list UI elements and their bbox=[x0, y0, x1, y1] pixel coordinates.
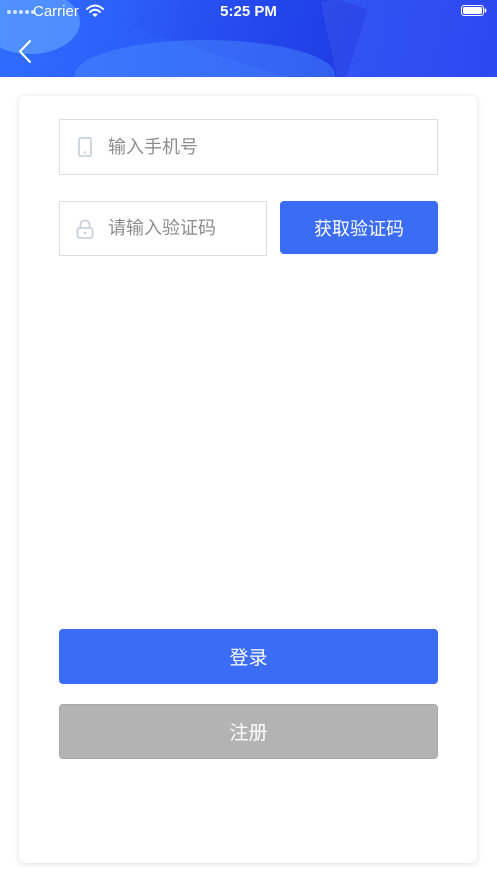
clock: 5:25 PM bbox=[220, 3, 277, 20]
lock-icon bbox=[76, 219, 94, 239]
phone-input[interactable] bbox=[106, 119, 437, 175]
back-button[interactable] bbox=[14, 38, 38, 66]
phone-icon bbox=[78, 137, 92, 157]
verification-code-field[interactable] bbox=[59, 201, 267, 256]
header-banner: Carrier 5:25 PM bbox=[0, 0, 497, 77]
chevron-left-icon bbox=[19, 40, 31, 63]
register-button[interactable]: 注册 bbox=[59, 704, 438, 759]
status-bar: Carrier 5:25 PM bbox=[0, 0, 497, 24]
get-code-button[interactable]: 获取验证码 bbox=[280, 201, 438, 254]
battery-full-icon bbox=[461, 5, 487, 16]
verification-code-input[interactable] bbox=[106, 201, 266, 256]
phone-field[interactable] bbox=[59, 119, 438, 175]
login-button[interactable]: 登录 bbox=[59, 629, 438, 684]
login-card: 获取验证码 登录 注册 bbox=[19, 96, 477, 863]
